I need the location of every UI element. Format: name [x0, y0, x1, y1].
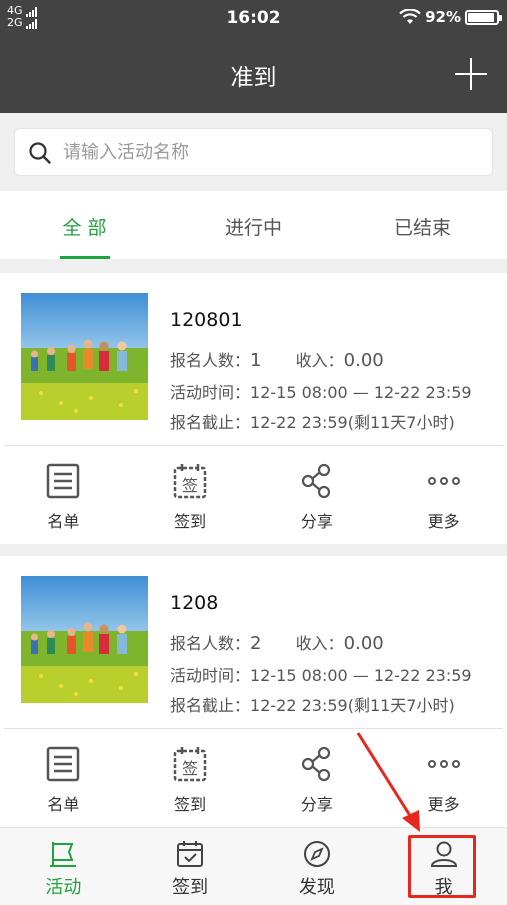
search-icon — [29, 142, 51, 164]
tab-in-progress[interactable]: 进行中 — [169, 191, 338, 259]
battery-percent: 92% — [425, 8, 461, 26]
calendar-check-icon — [177, 841, 204, 867]
share-button[interactable]: 分享 — [254, 446, 381, 544]
filter-tabs: 全 部 进行中 已结束 — [0, 191, 507, 259]
more-icon — [427, 760, 460, 768]
flag-icon — [50, 842, 77, 867]
activity-card[interactable]: 120801 报名人数：1 收入：0.00 活动时间：12-15 08:00 —… — [0, 273, 507, 544]
activity-thumbnail — [21, 576, 148, 703]
nav-discover[interactable]: 发现 — [254, 828, 381, 905]
card-actions: 名单 签 签到 分享 更多 — [0, 729, 507, 827]
share-button[interactable]: 分享 — [254, 729, 381, 827]
svg-text:签: 签 — [182, 476, 198, 495]
signup-count: 2 — [250, 633, 262, 654]
list-icon — [47, 746, 80, 782]
activity-name: 120801 — [170, 309, 243, 331]
activity-time: 活动时间：12-15 08:00 — 12-22 23:59 — [170, 666, 472, 685]
search-area — [0, 113, 507, 191]
status-right: 92% — [399, 8, 502, 26]
status-bar: 4G 2G 16:02 92% — [0, 0, 507, 34]
wifi-icon — [399, 9, 421, 24]
svg-text:签: 签 — [182, 759, 198, 778]
list-icon — [47, 463, 80, 499]
signup-info: 报名人数：2 收入：0.00 — [170, 633, 384, 654]
checkin-icon: 签 — [173, 464, 207, 499]
page-title: 准到 — [230, 65, 277, 91]
more-button[interactable]: 更多 — [380, 729, 507, 827]
income-value: 0.00 — [343, 350, 384, 371]
more-button[interactable]: 更多 — [380, 446, 507, 544]
search-box[interactable] — [14, 128, 493, 176]
plus-icon[interactable] — [455, 58, 487, 90]
signup-deadline: 报名截止：12-22 23:59(剩11天7小时) — [170, 413, 455, 432]
activity-thumbnail — [21, 293, 148, 420]
activity-time: 活动时间：12-15 08:00 — 12-22 23:59 — [170, 383, 472, 402]
battery-icon — [465, 9, 502, 25]
title-bar: 准到 — [0, 34, 507, 113]
signup-info: 报名人数：1 收入：0.00 — [170, 350, 384, 371]
share-icon — [301, 746, 330, 782]
card-actions: 名单 签 签到 分享 更多 — [0, 446, 507, 544]
activity-card[interactable]: 1208 报名人数：2 收入：0.00 活动时间：12-15 08:00 — 1… — [0, 556, 507, 827]
list-button[interactable]: 名单 — [0, 446, 127, 544]
signup-count: 1 — [250, 350, 262, 371]
tab-all[interactable]: 全 部 — [0, 191, 169, 259]
tab-ended[interactable]: 已结束 — [338, 191, 507, 259]
checkin-icon: 签 — [173, 747, 207, 782]
search-input[interactable] — [63, 129, 483, 175]
list-button[interactable]: 名单 — [0, 729, 127, 827]
share-icon — [301, 463, 330, 499]
nav-checkin[interactable]: 签到 — [127, 828, 254, 905]
more-icon — [427, 477, 460, 485]
checkin-button[interactable]: 签 签到 — [127, 729, 254, 827]
signup-deadline: 报名截止：12-22 23:59(剩11天7小时) — [170, 696, 455, 715]
income-value: 0.00 — [343, 633, 384, 654]
compass-icon — [303, 841, 330, 867]
highlight-box — [408, 835, 476, 898]
checkin-button[interactable]: 签 签到 — [127, 446, 254, 544]
activity-name: 1208 — [170, 592, 219, 614]
nav-activity[interactable]: 活动 — [0, 828, 127, 905]
